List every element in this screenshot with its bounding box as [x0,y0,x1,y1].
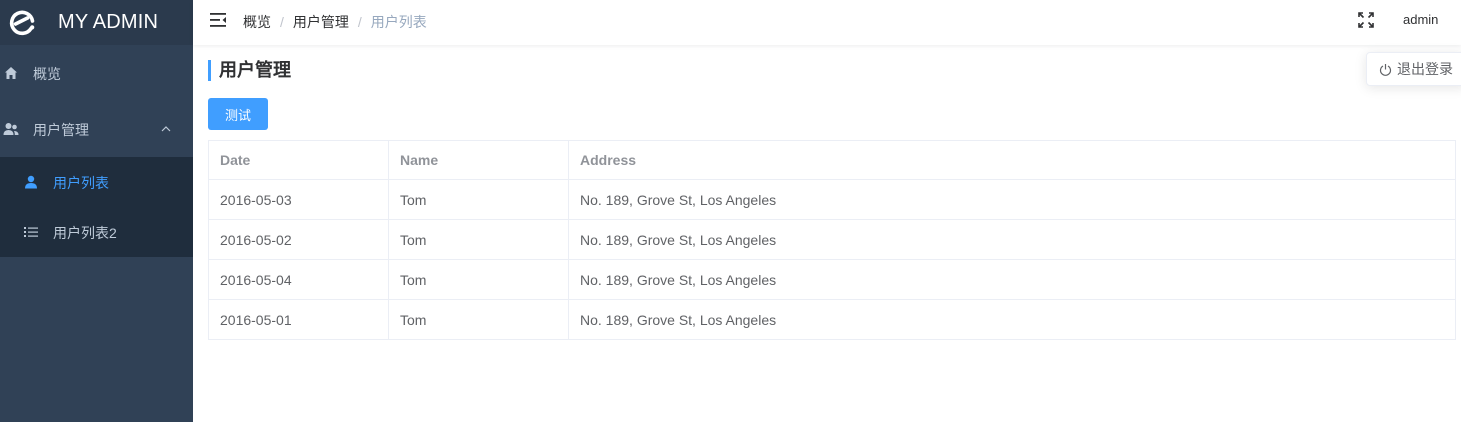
table-row[interactable]: 2016-05-02 Tom No. 189, Grove St, Los An… [208,219,1456,260]
cell-date: 2016-05-02 [208,219,389,260]
cell-name: Tom [388,299,569,340]
test-button[interactable]: 测试 [208,98,268,130]
breadcrumb-separator: / [280,14,284,30]
cell-date: 2016-05-04 [208,259,389,300]
cell-name: Tom [388,259,569,300]
column-header-date[interactable]: Date [208,140,389,180]
cell-address: No. 189, Grove St, Los Angeles [568,259,1456,300]
sidebar-item-label: 用户列表 [53,175,109,191]
sidebar-item-label: 用户列表2 [53,225,117,241]
user-icon [23,174,39,190]
logout-label: 退出登录 [1397,61,1453,77]
users-icon [3,121,19,137]
table-row[interactable]: 2016-05-04 Tom No. 189, Grove St, Los An… [208,259,1456,300]
column-header-name[interactable]: Name [388,140,569,180]
chevron-up-icon [161,126,171,132]
table-row[interactable]: 2016-05-03 Tom No. 189, Grove St, Los An… [208,179,1456,220]
breadcrumb-item-current: 用户列表 [370,14,427,30]
sidebar-item-label: 用户管理 [33,122,89,138]
power-icon [1379,63,1392,76]
breadcrumb-item-user-management[interactable]: 用户管理 [293,12,349,32]
sidebar-item-user-list-2[interactable]: 用户列表2 [0,207,193,257]
app-layout: MY ADMIN 概览 用户管理 用户列表 用户列表2 概览 / 用户管理 / … [0,0,1461,422]
cell-name: Tom [388,179,569,220]
sidebar-item-user-management[interactable]: 用户管理 [0,101,193,157]
data-table: Date Name Address 2016-05-03 Tom No. 189… [208,140,1456,340]
logout-menu-item[interactable]: 退出登录 [1366,52,1461,86]
column-header-address[interactable]: Address [568,140,1456,180]
sidebar-item-overview[interactable]: 概览 [0,45,193,101]
cell-address: No. 189, Grove St, Los Angeles [568,299,1456,340]
cell-name: Tom [388,219,569,260]
sidebar-item-user-list[interactable]: 用户列表 [0,157,193,207]
fullscreen-icon[interactable] [1358,12,1374,28]
menu-fold-icon[interactable] [209,11,227,29]
home-icon [3,65,19,81]
cell-date: 2016-05-03 [208,179,389,220]
cell-date: 2016-05-01 [208,299,389,340]
app-title: MY ADMIN [58,11,159,33]
list-icon [23,224,39,240]
cell-address: No. 189, Grove St, Los Angeles [568,219,1456,260]
table-header-row: Date Name Address [208,140,1456,180]
breadcrumb-separator: / [357,14,362,30]
page-title: 用户管理 [208,60,291,81]
element-logo-icon [9,10,35,35]
breadcrumb-item-overview[interactable]: 概览 [243,12,271,32]
top-navbar: 概览 / 用户管理 / 用户列表 admin [193,0,1461,45]
cell-address: No. 189, Grove St, Los Angeles [568,179,1456,220]
sidebar-item-label: 概览 [33,66,61,82]
sidebar: MY ADMIN 概览 用户管理 用户列表 用户列表2 [0,0,193,422]
brand: MY ADMIN [0,0,193,45]
table-row[interactable]: 2016-05-01 Tom No. 189, Grove St, Los An… [208,299,1456,340]
breadcrumb: 概览 / 用户管理 / 用户列表 [243,12,427,32]
user-menu[interactable]: admin [1403,12,1438,27]
